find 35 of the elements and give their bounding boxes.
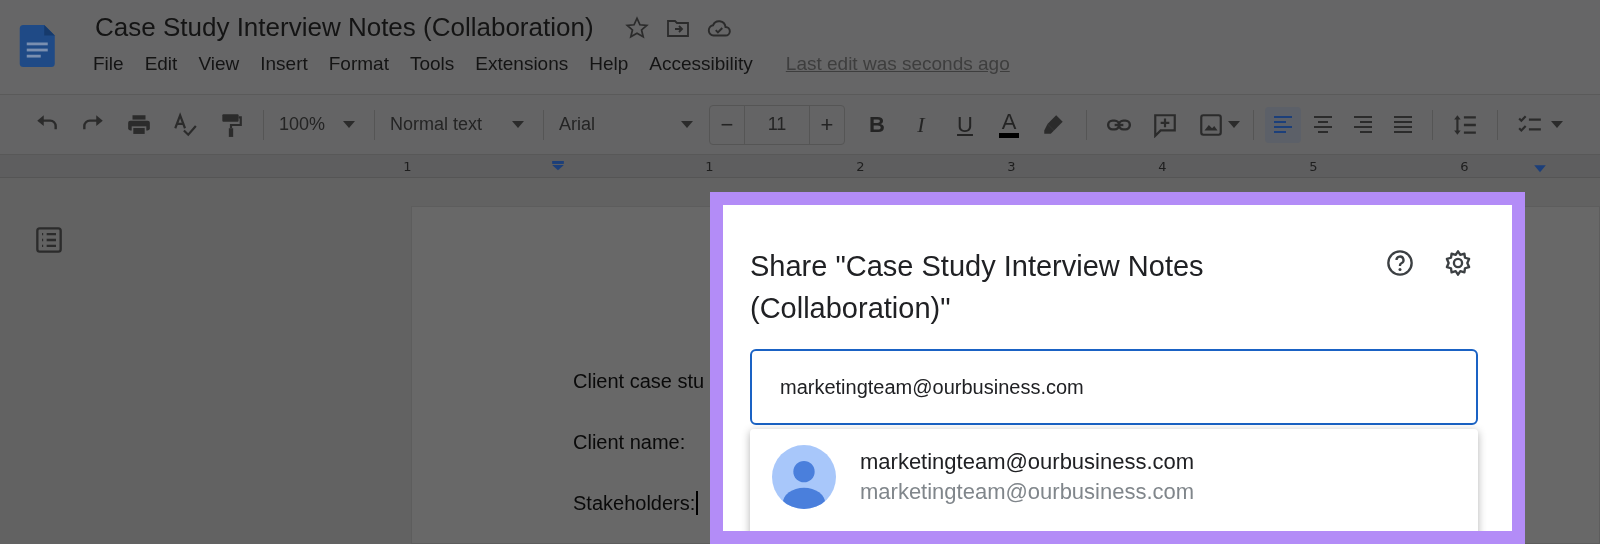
style-dropdown[interactable]: Normal text: [384, 106, 534, 143]
decrease-button[interactable]: −: [710, 105, 744, 144]
menu-item[interactable]: Accessibility: [649, 53, 753, 75]
zoom-dropdown[interactable]: 100%: [273, 106, 365, 143]
menu-item[interactable]: Format: [328, 53, 389, 75]
ruler-number: 1: [704, 158, 715, 174]
ruler-number: 4: [1157, 158, 1168, 174]
ruler-number: 5: [1308, 158, 1319, 174]
ruler-number: 3: [1006, 158, 1017, 174]
document-text: Stakeholders:: [573, 492, 696, 514]
underline-button[interactable]: U: [948, 106, 982, 143]
dialog-title: Share "Case Study Interview Notes (Collaboration)": [750, 249, 1205, 326]
menu-item[interactable]: File: [93, 53, 124, 75]
document-title[interactable]: Case Study Interview Notes (Collaboration): [95, 12, 594, 43]
ruler-number: 2: [855, 158, 866, 174]
ruler-number: 6: [1459, 158, 1470, 174]
font-size-field[interactable]: 11: [744, 105, 810, 144]
menu-item[interactable]: Insert: [260, 53, 308, 75]
italic-button[interactable]: I: [904, 106, 938, 143]
increase-button[interactable]: +: [810, 105, 844, 144]
contact-name: marketingteam@ourbusiness.com: [860, 448, 1195, 476]
document-text: Client case stu: [573, 370, 705, 392]
bold-button[interactable]: B: [860, 106, 894, 143]
menu-item[interactable]: Tools: [409, 53, 455, 75]
suggestion-item[interactable]: marketingteam@ourbusiness.com marketingteam@ourbusiness.com: [750, 445, 1478, 509]
ruler-number: 1: [402, 158, 413, 174]
menu-item[interactable]: View: [198, 53, 240, 75]
text-color-button[interactable]: A: [992, 106, 1026, 143]
menu-item[interactable]: Edit: [144, 53, 178, 75]
font-dropdown[interactable]: Arial: [553, 106, 703, 143]
contact-email: marketingteam@ourbusiness.com: [860, 478, 1195, 506]
email-field[interactable]: marketingteam@ourbusiness.com: [750, 349, 1478, 425]
menu-item[interactable]: Extensions: [475, 53, 569, 75]
document-text: Client name:: [573, 431, 686, 453]
menu-item[interactable]: Help: [589, 53, 629, 75]
